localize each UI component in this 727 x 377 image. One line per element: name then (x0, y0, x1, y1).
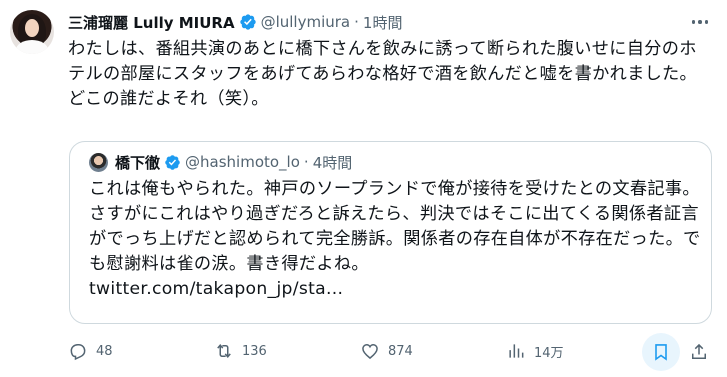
bookmark-icon (655, 344, 667, 361)
quoted-author-display-name: 橋下徹 (115, 153, 161, 172)
separator-dot: · (354, 13, 359, 31)
heart-icon (362, 343, 378, 360)
author-avatar[interactable] (10, 10, 54, 54)
tweet-text: わたしは、番組共演のあとに橋下さんを飲みに誘って断られた腹いせに自分のホテルの部… (68, 39, 698, 109)
like-button[interactable]: 874 (360, 341, 413, 361)
share-icon (692, 343, 706, 359)
share-button[interactable] (688, 341, 710, 363)
retweet-button[interactable]: 136 (214, 341, 267, 361)
analytics-icon (509, 344, 524, 358)
retweet-icon (217, 344, 231, 358)
quoted-tweet-header: 橋下徹 @hashimoto_lo · 4時間 (115, 151, 352, 173)
more-options-icon[interactable] (688, 10, 712, 34)
separator-dot: · (303, 153, 309, 171)
quoted-tweet[interactable]: 橋下徹 @hashimoto_lo · 4時間 これは俺もやられた。神戸のソープ… (69, 141, 712, 324)
tweet-actions: 48 136 874 14万 (68, 333, 713, 371)
tweet[interactable]: 三浦瑠麗 Lully MIURA @lullymiura · 1時間 わたしは、… (0, 0, 727, 377)
verified-badge-icon (165, 154, 180, 170)
quoted-tweet-text: これは俺もやられた。神戸のソープランドで俺が接待を受けたとの文春記事。さすがにこ… (89, 177, 701, 302)
like-count: 874 (388, 343, 413, 359)
quoted-tweet-timestamp: 4時間 (312, 153, 353, 172)
views-button[interactable]: 14万 (506, 341, 564, 361)
bookmark-button[interactable] (642, 333, 680, 371)
verified-badge-icon (239, 14, 256, 30)
quoted-tweet-body: これは俺もやられた。神戸のソープランドで俺が接待を受けたとの文春記事。さすがにこ… (89, 179, 701, 274)
tweet-header: 三浦瑠麗 Lully MIURA @lullymiura · 1時間 (68, 11, 402, 33)
quoted-tweet-link[interactable]: twitter.com/takapon_jp/sta... (89, 279, 343, 299)
tweet-timestamp[interactable]: 1時間 (363, 12, 403, 33)
quoted-author-avatar (89, 153, 108, 172)
views-count: 14万 (534, 345, 564, 361)
retweet-count: 136 (242, 343, 267, 359)
author-display-name[interactable]: 三浦瑠麗 Lully MIURA (68, 12, 235, 33)
reply-icon (70, 344, 86, 361)
quoted-author-handle: @hashimoto_lo (185, 153, 300, 171)
reply-button[interactable]: 48 (68, 341, 113, 361)
reply-count: 48 (96, 343, 113, 359)
author-handle[interactable]: @lullymiura (261, 13, 351, 31)
